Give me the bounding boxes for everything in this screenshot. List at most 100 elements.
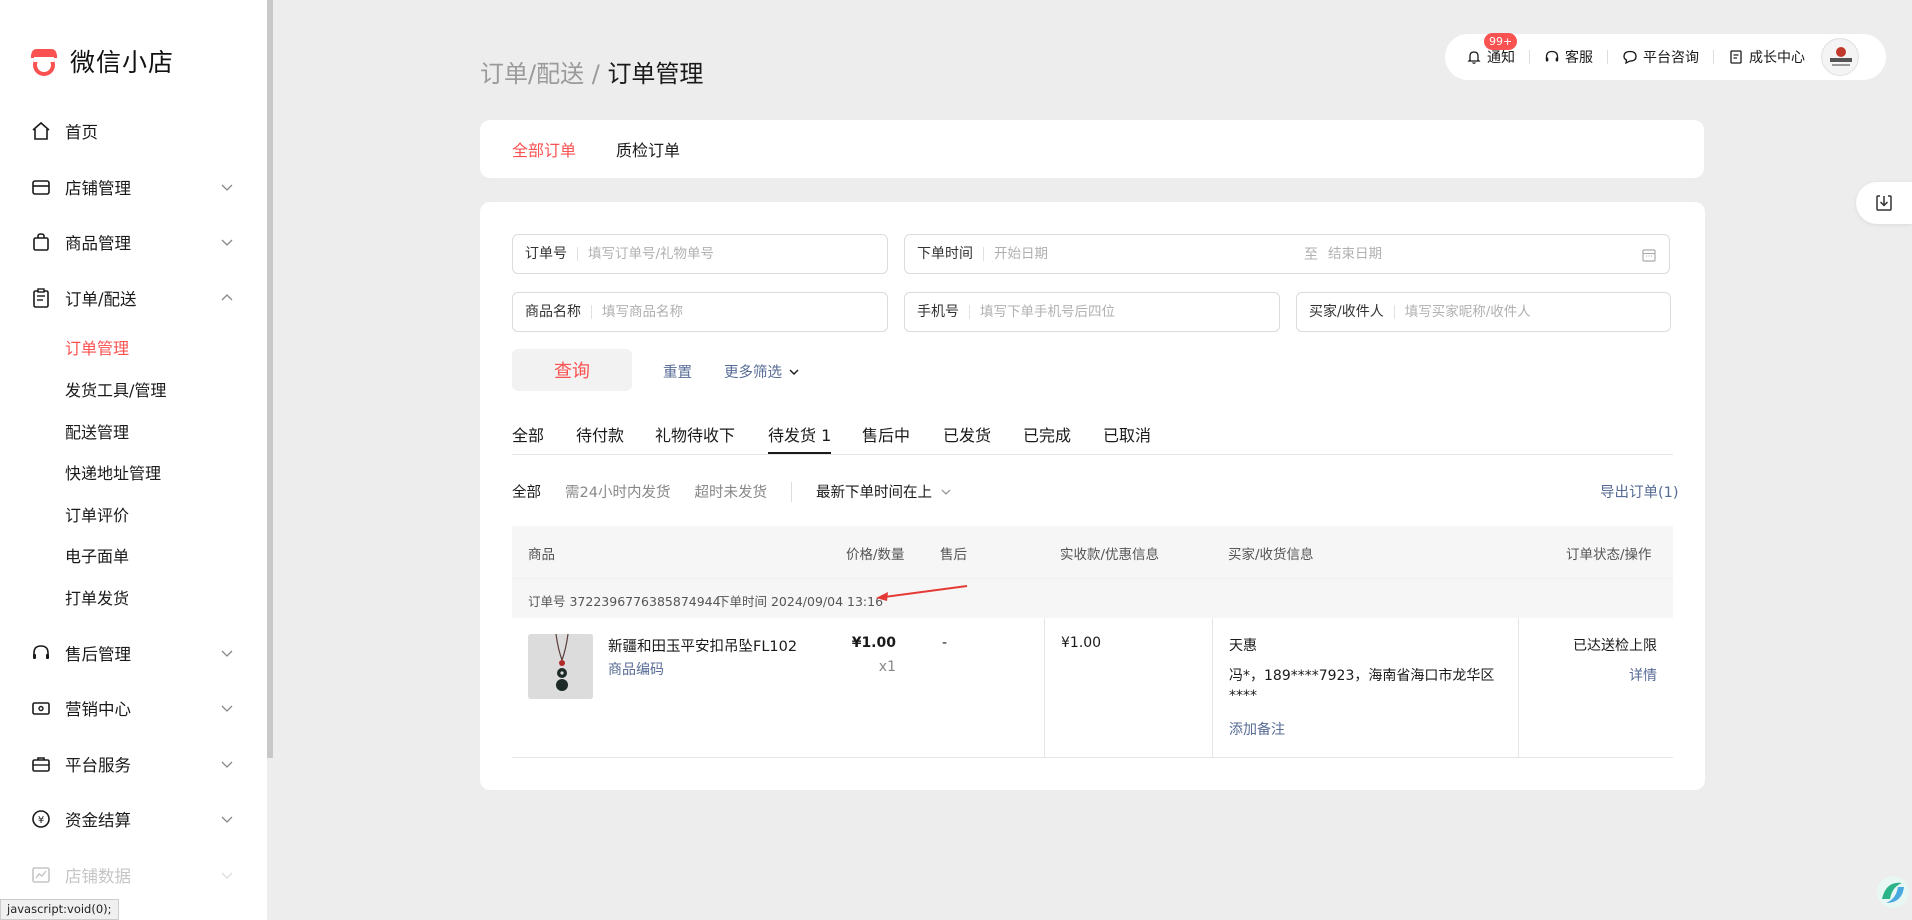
- product-thumbnail[interactable]: [528, 634, 593, 699]
- more-filters-button[interactable]: 更多筛选: [724, 361, 800, 382]
- breadcrumb-parent[interactable]: 订单/配送: [480, 60, 584, 88]
- yen-circle-icon: ¥: [30, 808, 52, 830]
- filter-all[interactable]: 全部: [512, 481, 541, 502]
- status-tab-all[interactable]: 全部: [512, 422, 544, 446]
- order-type-tabs: 全部订单 质检订单: [480, 120, 1704, 178]
- product-name[interactable]: 新疆和田玉平安扣吊坠FL102: [608, 635, 797, 656]
- chevron-down-icon: [789, 369, 799, 375]
- chevron-down-icon: [220, 811, 234, 830]
- reset-button[interactable]: 重置: [663, 361, 692, 382]
- header-toolbar: 通知 99+ 客服 平台咨询 成长中心: [1445, 33, 1886, 80]
- order-status-tabs: 全部 待付款 礼物待收下 待发货 1 售后中 已发货 已完成 已取消: [512, 420, 1673, 455]
- briefcase-icon: [30, 753, 52, 775]
- notification-button[interactable]: 通知 99+: [1466, 33, 1518, 67]
- divider: [1529, 50, 1530, 64]
- buyer-input[interactable]: [1404, 304, 1670, 320]
- filter-within-24h[interactable]: 需24小时内发货: [565, 481, 670, 502]
- order-time-field[interactable]: 下单时间 至: [904, 234, 1670, 274]
- status-tab-cancelled[interactable]: 已取消: [1103, 422, 1151, 446]
- status-tab-completed[interactable]: 已完成: [1023, 422, 1071, 446]
- sidebar-subitem-express-address[interactable]: 快递地址管理: [65, 460, 161, 484]
- status-tab-to-ship[interactable]: 待发货 1: [768, 422, 832, 454]
- order-number-input[interactable]: [588, 246, 887, 262]
- red-arrow-annotation: [876, 585, 968, 601]
- product-name-field[interactable]: 商品名称: [512, 292, 888, 332]
- customer-service-label: 客服: [1565, 50, 1593, 66]
- sidebar-subitem-delivery[interactable]: 配送管理: [65, 419, 129, 443]
- sidebar-item-marketing[interactable]: 营销中心: [30, 693, 234, 723]
- chevron-down-icon: [220, 645, 234, 664]
- chevron-down-icon: [220, 179, 234, 198]
- product-name-input[interactable]: [602, 304, 887, 320]
- query-button[interactable]: 查询: [512, 349, 632, 391]
- export-orders-button[interactable]: 导出订单(1): [1600, 481, 1679, 502]
- headset-icon: [30, 642, 52, 664]
- sidebar-item-store-data[interactable]: 店铺数据: [30, 860, 234, 890]
- assistant-float-icon[interactable]: [1876, 875, 1910, 909]
- status-tab-gift-pending[interactable]: 礼物待收下: [655, 422, 735, 446]
- sidebar-item-label: 资金结算: [65, 811, 131, 830]
- date-range-separator: 至: [1304, 247, 1318, 263]
- shipping-address-line2: ****: [1229, 688, 1257, 704]
- svg-text:¥: ¥: [38, 815, 44, 826]
- status-tab-shipped[interactable]: 已发货: [943, 422, 991, 446]
- platform-consult-button[interactable]: 平台咨询: [1622, 47, 1699, 67]
- sidebar-item-after-sales[interactable]: 售后管理: [30, 638, 234, 668]
- sidebar-item-settlement[interactable]: ¥ 资金结算: [30, 804, 234, 834]
- phone-input[interactable]: [980, 304, 1279, 320]
- product-code-link[interactable]: 商品编码: [608, 659, 664, 679]
- order-meta-row: 订单号 3722396776385874944 下单时间 2024/09/04 …: [512, 578, 1673, 618]
- column-divider: [1212, 618, 1213, 757]
- sidebar-subitem-order-reviews[interactable]: 订单评价: [65, 502, 129, 526]
- sidebar-subitem-order-management[interactable]: 订单管理: [65, 335, 129, 359]
- column-divider: [1518, 618, 1519, 757]
- column-divider: [1044, 618, 1045, 757]
- chevron-down-icon: [220, 867, 234, 886]
- ticket-icon: [30, 697, 52, 719]
- sidebar-subitem-print-ship[interactable]: 打单发货: [65, 585, 129, 609]
- col-status: 订单状态/操作: [1566, 547, 1652, 563]
- sidebar-item-label: 平台服务: [65, 756, 131, 775]
- customer-service-button[interactable]: 客服: [1544, 47, 1593, 67]
- sidebar-scrollbar[interactable]: [267, 0, 273, 758]
- platform-consult-label: 平台咨询: [1643, 50, 1699, 66]
- bag-icon: [30, 231, 52, 253]
- page-title: 订单管理: [607, 60, 704, 88]
- sidebar-item-label: 订单/配送: [65, 290, 137, 309]
- sidebar-item-home[interactable]: 首页: [30, 116, 234, 146]
- growth-center-button[interactable]: 成长中心: [1728, 47, 1805, 67]
- home-icon: [30, 120, 52, 142]
- sidebar-item-platform-services[interactable]: 平台服务: [30, 749, 234, 779]
- sidebar-item-store[interactable]: 店铺管理: [30, 172, 234, 202]
- buyer-field[interactable]: 买家/收件人: [1296, 292, 1671, 332]
- app-logo[interactable]: 微信小店: [28, 43, 174, 79]
- order-status: 已达送检上限: [1573, 638, 1657, 654]
- order-detail-link[interactable]: 详情: [1629, 665, 1657, 685]
- sort-dropdown[interactable]: 最新下单时间在上: [816, 481, 952, 502]
- sidebar-item-orders[interactable]: 订单/配送: [30, 283, 234, 313]
- bell-icon: [1467, 51, 1481, 64]
- col-received: 实收款/优惠信息: [1060, 547, 1160, 563]
- avatar[interactable]: [1821, 38, 1859, 76]
- quantity: x1: [878, 659, 896, 675]
- download-icon: [1876, 195, 1892, 211]
- sidebar-item-products[interactable]: 商品管理: [30, 227, 234, 257]
- end-date-input[interactable]: [1328, 246, 1628, 262]
- sidebar-item-label: 店铺管理: [65, 179, 131, 198]
- buyer-label: 买家/收件人: [1309, 305, 1395, 319]
- status-tab-pending-payment[interactable]: 待付款: [576, 422, 624, 446]
- tab-quality-check-orders[interactable]: 质检订单: [616, 137, 680, 161]
- start-date-input[interactable]: [994, 246, 1294, 262]
- phone-field[interactable]: 手机号: [904, 292, 1280, 332]
- received-amount: ¥1.00: [1061, 635, 1102, 651]
- tab-all-orders[interactable]: 全部订单: [512, 137, 576, 161]
- status-tab-after-sale[interactable]: 售后中: [862, 422, 910, 446]
- filter-overdue[interactable]: 超时未发货: [694, 481, 767, 502]
- add-note-link[interactable]: 添加备注: [1229, 719, 1285, 739]
- order-number-field[interactable]: 订单号: [512, 234, 888, 274]
- sidebar-subitem-shipping-tools[interactable]: 发货工具/管理: [65, 377, 166, 401]
- download-float-button[interactable]: [1856, 182, 1912, 224]
- sidebar-subitem-e-waybill[interactable]: 电子面单: [65, 543, 129, 567]
- notification-badge: 99+: [1484, 33, 1518, 50]
- calendar-icon[interactable]: [1641, 247, 1657, 263]
